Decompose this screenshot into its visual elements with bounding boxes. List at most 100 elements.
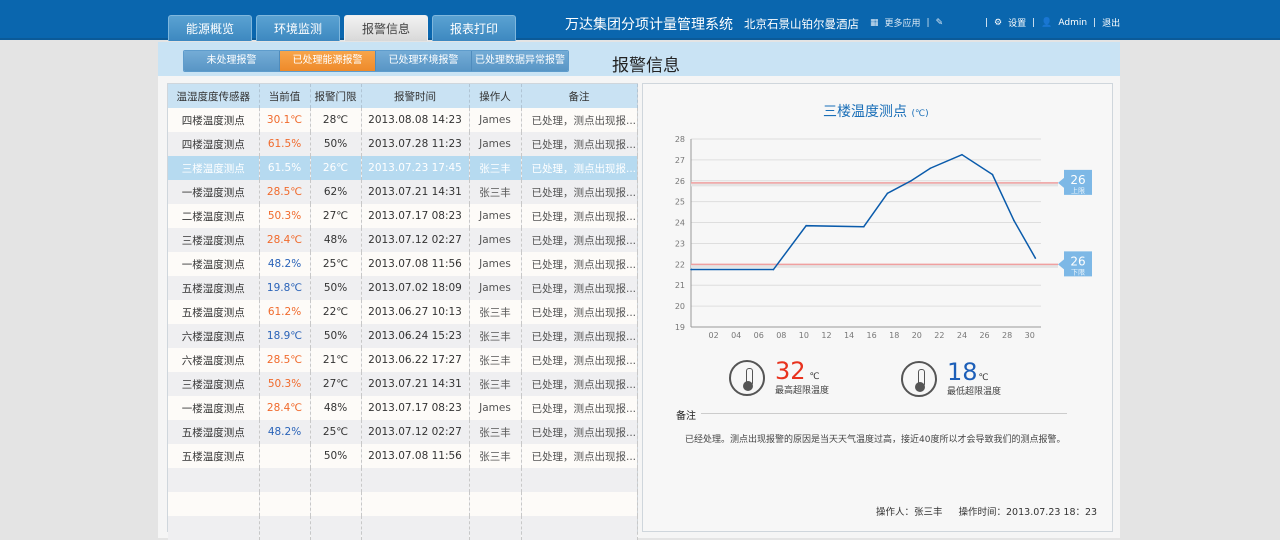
chart-panel: 三楼温度测点 (℃) 19 20 21 22 23 24 25 26 27 28 02 04 06 08 1… bbox=[642, 83, 1113, 532]
operator: 张三丰 bbox=[469, 444, 522, 468]
current-value: 50.3% bbox=[259, 372, 311, 396]
table-row[interactable]: 三楼湿度测点 50.3% 27℃ 2013.07.21 14:31 张三丰 已处理，测点出… bbox=[168, 372, 638, 396]
operator: 张三丰 bbox=[469, 420, 522, 444]
table-row[interactable]: 二楼温度测点 50.3% 27℃ 2013.07.17 08:23 James 已处理，测… bbox=[168, 204, 638, 228]
alarm-table: 温湿度度传感器 当前值 报警门限 报警时间 操作人 备注 四楼温度测点 30.1℃ 28℃ 20… bbox=[168, 84, 638, 540]
alarm-threshold: 50% bbox=[310, 276, 362, 300]
column-header[interactable]: 报警时间 bbox=[361, 84, 470, 108]
data-point bbox=[886, 192, 889, 195]
user-link[interactable]: Admin bbox=[1058, 18, 1087, 28]
system-name: 万达集团分项计量管理系统 bbox=[565, 17, 733, 33]
sensor-name: 一楼温度测点 bbox=[168, 252, 260, 276]
x-tick-label: 08 bbox=[776, 331, 786, 340]
edit-icon[interactable]: ✎ bbox=[936, 18, 944, 28]
remark: 已处理，测点出现报... bbox=[521, 276, 638, 300]
table-row[interactable]: 一楼湿度测点 28.5℃ 62% 2013.07.21 14:31 张三丰 已处理，测点出… bbox=[168, 180, 638, 204]
x-tick-label: 16 bbox=[867, 331, 877, 340]
divider: | bbox=[1093, 17, 1097, 28]
more-apps-link[interactable]: 更多应用 bbox=[885, 16, 921, 29]
current-value: 61.5% bbox=[259, 132, 311, 156]
lower-limit-value: 26 bbox=[1070, 254, 1085, 268]
tab-energy-overview[interactable]: 能源概览 bbox=[168, 15, 252, 41]
table-row[interactable]: 四楼湿度测点 61.5% 50% 2013.07.28 11:23 James 已处理，测… bbox=[168, 132, 638, 156]
data-point bbox=[1034, 257, 1037, 259]
alarm-threshold: 50% bbox=[310, 324, 362, 348]
alarm-threshold: 62% bbox=[310, 180, 362, 204]
y-tick-label: 25 bbox=[675, 198, 685, 207]
apps-grid-icon: ▦ bbox=[870, 17, 879, 28]
min-temp-value: 18 bbox=[947, 358, 978, 386]
table-row[interactable]: 五楼温度测点 61.2% 22℃ 2013.06.27 10:13 张三丰 已处理，测点出… bbox=[168, 300, 638, 324]
sensor-name: 五楼温度测点 bbox=[168, 300, 260, 324]
alarm-table-panel: 温湿度度传感器 当前值 报警门限 报警时间 操作人 备注 四楼温度测点 30.1℃ 28℃ 20… bbox=[167, 83, 638, 540]
column-header[interactable]: 当前值 bbox=[259, 84, 311, 108]
table-row[interactable]: 五楼湿度测点 48.2% 25℃ 2013.07.12 02:27 张三丰 已处理，测点出… bbox=[168, 420, 638, 444]
operator: James bbox=[469, 204, 522, 228]
current-value: 28.4℃ bbox=[259, 228, 311, 252]
table-row[interactable]: 一楼温度测点 28.4℃ 48% 2013.07.17 08:23 James 已处理，测… bbox=[168, 396, 638, 420]
gear-icon: ⚙ bbox=[994, 17, 1003, 28]
x-tick-label: 30 bbox=[1025, 331, 1035, 340]
table-row[interactable]: 五楼温度测点 50% 2013.07.08 11:56 张三丰 已处理，测点出现报... bbox=[168, 444, 638, 468]
column-header[interactable]: 操作人 bbox=[469, 84, 522, 108]
sensor-name: 一楼温度测点 bbox=[168, 396, 260, 420]
current-value: 61.5% bbox=[259, 156, 311, 180]
alarm-subtabs: 未处理报警 已处理能源报警 已处理环境报警 已处理数据异常报警 bbox=[183, 50, 569, 72]
x-tick-label: 22 bbox=[934, 331, 944, 340]
table-row[interactable]: 六楼湿度测点 18.9℃ 50% 2013.06.24 15:23 张三丰 已处理，测点出… bbox=[168, 324, 638, 348]
column-header[interactable]: 报警门限 bbox=[310, 84, 362, 108]
table-row[interactable]: 五楼湿度测点 19.8℃ 50% 2013.07.02 18:09 James 已处理，测… bbox=[168, 276, 638, 300]
subtab-processed-environment[interactable]: 已处理环境报警 bbox=[376, 51, 472, 71]
alarm-threshold: 50% bbox=[310, 444, 362, 468]
tab-alarm-info[interactable]: 报警信息 bbox=[344, 15, 428, 41]
table-row[interactable]: 三楼湿度测点 28.4℃ 48% 2013.07.12 02:27 James 已处理，测… bbox=[168, 228, 638, 252]
operator: James bbox=[469, 396, 522, 420]
thermometer-icon bbox=[729, 359, 765, 396]
operator: James bbox=[469, 276, 522, 300]
x-tick-label: 20 bbox=[912, 331, 922, 340]
table-row[interactable]: 三楼温度测点 61.5% 26℃ 2013.07.23 17:45 张三丰 已处理，测点出… bbox=[168, 156, 638, 180]
empty-cell bbox=[361, 516, 470, 540]
alarm-time: 2013.07.08 11:56 bbox=[361, 252, 470, 276]
operator: James bbox=[469, 132, 522, 156]
tab-report-print[interactable]: 报表打印 bbox=[432, 15, 516, 41]
divider: | bbox=[1032, 17, 1036, 28]
alarm-threshold: 25℃ bbox=[310, 420, 362, 444]
remark: 已处理，测点出现报... bbox=[521, 228, 638, 252]
empty-cell bbox=[168, 516, 260, 540]
remark: 已处理，测点出现报... bbox=[521, 180, 638, 204]
top-bar: 能源概览 环境监测 报警信息 报表打印 万达集团分项计量管理系统 北京石景山铂尔… bbox=[0, 0, 1280, 41]
empty-row bbox=[168, 516, 638, 540]
empty-cell bbox=[469, 492, 522, 516]
table-row[interactable]: 一楼温度测点 48.2% 25℃ 2013.07.08 11:56 James 已处理，测… bbox=[168, 252, 638, 276]
data-point bbox=[1013, 219, 1015, 222]
remark: 已处理，测点出现报... bbox=[521, 324, 638, 348]
table-row[interactable]: 六楼温度测点 28.5℃ 21℃ 2013.06.22 17:27 张三丰 已处理，测点出… bbox=[168, 348, 638, 372]
alarm-time: 2013.06.22 17:27 bbox=[361, 348, 470, 372]
subtab-processed-energy[interactable]: 已处理能源报警 bbox=[280, 51, 376, 71]
operator: 张三丰 bbox=[469, 300, 522, 324]
note-text: 已经处理。测点出现报警的原因是当天天气温度过高，接近40度所以才会导致我们的测点… bbox=[685, 435, 1066, 445]
subtab-processed-data-anomaly[interactable]: 已处理数据异常报警 bbox=[472, 51, 568, 71]
tab-environment[interactable]: 环境监测 bbox=[256, 15, 340, 41]
sensor-name: 五楼温度测点 bbox=[168, 444, 260, 468]
logout-link[interactable]: 退出 bbox=[1102, 16, 1120, 29]
empty-cell bbox=[259, 468, 311, 492]
empty-row bbox=[168, 492, 638, 516]
operator: 张三丰 bbox=[469, 348, 522, 372]
alarm-time: 2013.07.08 11:56 bbox=[361, 444, 470, 468]
settings-link[interactable]: 设置 bbox=[1008, 16, 1026, 29]
current-value: 61.2% bbox=[259, 300, 311, 324]
sensor-name: 六楼湿度测点 bbox=[168, 324, 260, 348]
table-row[interactable]: 四楼温度测点 30.1℃ 28℃ 2013.08.08 14:23 James 已处理，测… bbox=[168, 108, 638, 132]
alarm-time: 2013.07.17 08:23 bbox=[361, 396, 470, 420]
operator: James bbox=[469, 228, 522, 252]
column-header[interactable]: 备注 bbox=[521, 84, 638, 108]
column-header[interactable]: 温湿度度传感器 bbox=[168, 84, 260, 108]
current-value: 48.2% bbox=[259, 252, 311, 276]
operation-time: 操作时间：2013.07.23 18：23 bbox=[958, 507, 1098, 518]
subtab-unprocessed[interactable]: 未处理报警 bbox=[184, 51, 280, 71]
y-tick-label: 19 bbox=[675, 323, 685, 332]
y-tick-label: 23 bbox=[675, 239, 685, 248]
alarm-threshold: 28℃ bbox=[310, 108, 362, 132]
